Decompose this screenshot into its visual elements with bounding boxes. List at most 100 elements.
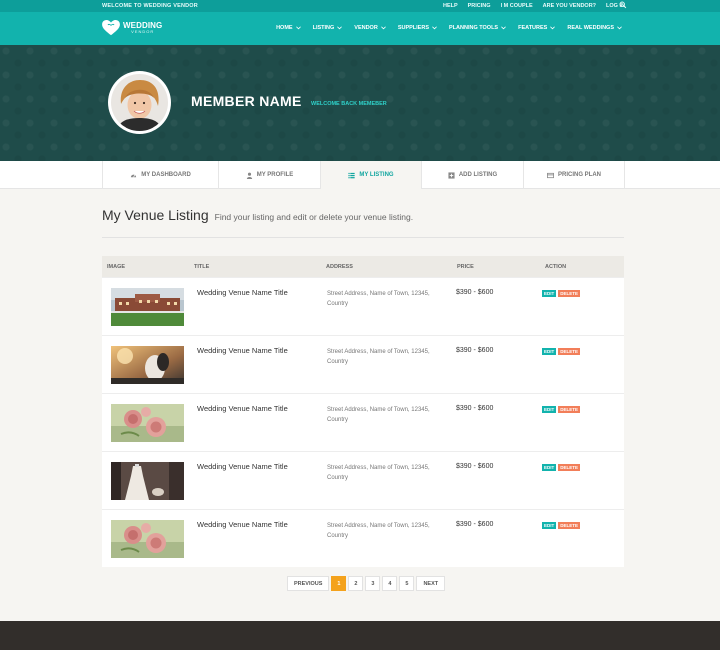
tab-my-listing[interactable]: MY LISTING bbox=[320, 161, 421, 189]
plus-square-icon bbox=[448, 171, 455, 179]
row-actions: EDIT DELETE bbox=[542, 406, 581, 413]
table-row: Wedding Venue Name Title Street Address,… bbox=[102, 509, 624, 567]
chevron-down-icon bbox=[617, 26, 622, 30]
list-icon bbox=[348, 172, 356, 178]
delete-button[interactable]: DELETE bbox=[558, 406, 581, 413]
help-link[interactable]: HELP bbox=[443, 3, 458, 9]
row-actions: EDIT DELETE bbox=[542, 348, 581, 355]
delete-button[interactable]: DELETE bbox=[558, 464, 581, 471]
divider bbox=[102, 237, 624, 238]
chevron-down-icon bbox=[337, 26, 343, 30]
venue-thumbnail[interactable] bbox=[111, 346, 184, 384]
venue-title[interactable]: Wedding Venue Name Title bbox=[197, 404, 288, 413]
couple-link[interactable]: I M COUPLE bbox=[501, 3, 533, 9]
member-portrait-image bbox=[111, 74, 168, 131]
venue-title[interactable]: Wedding Venue Name Title bbox=[197, 288, 288, 297]
venue-address: Street Address, Name of Town, 12345, Cou… bbox=[327, 465, 430, 481]
page-3-button[interactable]: 3 bbox=[365, 576, 381, 591]
main-nav: HOME LISTING VENDOR SUPPLIERS PLANNING T… bbox=[276, 25, 622, 31]
dashboard-icon bbox=[131, 174, 137, 177]
footer bbox=[0, 621, 720, 650]
delete-button[interactable]: DELETE bbox=[558, 290, 581, 297]
venue-title[interactable]: Wedding Venue Name Title bbox=[197, 346, 288, 355]
member-name: MEMBER NAME bbox=[191, 93, 302, 109]
venue-address: Street Address, Name of Town, 12345, Cou… bbox=[327, 291, 430, 307]
search-icon[interactable] bbox=[619, 1, 627, 9]
vendor-link[interactable]: ARE YOU VENDOR? bbox=[543, 3, 596, 9]
heart-logo-icon bbox=[102, 20, 120, 36]
chevron-down-icon bbox=[501, 26, 506, 30]
venue-address: Street Address, Name of Town, 12345, Cou… bbox=[327, 407, 430, 423]
tab-my-dashboard[interactable]: MY DASHBOARD bbox=[102, 161, 218, 189]
column-header-address: ADDRESS bbox=[326, 264, 353, 270]
chevron-down-icon bbox=[432, 26, 437, 30]
row-actions: EDIT DELETE bbox=[542, 522, 581, 529]
row-actions: EDIT DELETE bbox=[542, 290, 581, 297]
page-1-button[interactable]: 1 bbox=[331, 576, 347, 591]
pink-roses-photo bbox=[111, 520, 184, 558]
top-utility-bar: WELCOME TO WEDDING VENDOR HELP PRICING I… bbox=[0, 0, 720, 12]
pink-roses-photo bbox=[111, 404, 184, 442]
table-row: Wedding Venue Name Title Street Address,… bbox=[102, 277, 624, 335]
nav-real-weddings[interactable]: REAL WEDDINGS bbox=[567, 25, 622, 31]
page-header: My Venue Listing Find your listing and e… bbox=[102, 207, 413, 223]
profile-hero: MEMBER NAME WELCOME BACK MEMEBER bbox=[0, 45, 720, 161]
tab-my-profile[interactable]: MY PROFILE bbox=[218, 161, 320, 189]
previous-page-button[interactable]: PREVIOUS bbox=[287, 576, 330, 591]
edit-button[interactable]: EDIT bbox=[542, 348, 557, 355]
chevron-down-icon bbox=[550, 26, 556, 30]
venue-thumbnail[interactable] bbox=[111, 462, 184, 500]
delete-button[interactable]: DELETE bbox=[558, 348, 581, 355]
venue-price: $390 - $600 bbox=[456, 405, 494, 412]
page-4-button[interactable]: 4 bbox=[382, 576, 398, 591]
table-row: Wedding Venue Name Title Street Address,… bbox=[102, 451, 624, 509]
venue-thumbnail[interactable] bbox=[111, 404, 184, 442]
card-icon bbox=[547, 172, 554, 178]
table-row: Wedding Venue Name Title Street Address,… bbox=[102, 335, 624, 393]
venue-listing-table: IMAGE TITLE ADDRESS PRICE ACTION Wedding… bbox=[102, 256, 624, 567]
welcome-back-text: WELCOME BACK MEMEBER bbox=[311, 101, 387, 107]
edit-button[interactable]: EDIT bbox=[542, 290, 557, 297]
venue-building-photo bbox=[111, 288, 184, 326]
brand-tagline: VENDOR bbox=[131, 29, 155, 34]
venue-thumbnail[interactable] bbox=[111, 288, 184, 326]
nav-suppliers[interactable]: SUPPLIERS bbox=[398, 25, 437, 31]
venue-price: $390 - $600 bbox=[456, 521, 494, 528]
tab-add-listing[interactable]: ADD LISTING bbox=[421, 161, 523, 189]
edit-button[interactable]: EDIT bbox=[542, 522, 557, 529]
column-header-title: TITLE bbox=[194, 264, 210, 270]
nav-listing[interactable]: LISTING bbox=[313, 25, 343, 31]
pricing-link[interactable]: PRICING bbox=[468, 3, 491, 9]
column-header-action: ACTION bbox=[545, 264, 567, 270]
delete-button[interactable]: DELETE bbox=[558, 522, 581, 529]
venue-price: $390 - $600 bbox=[456, 347, 494, 354]
couple-sunset-photo bbox=[111, 346, 184, 384]
next-page-button[interactable]: NEXT bbox=[416, 576, 446, 591]
nav-features[interactable]: FEATURES bbox=[518, 25, 556, 31]
utility-links: HELP PRICING I M COUPLE ARE YOU VENDOR? … bbox=[443, 3, 625, 9]
venue-thumbnail[interactable] bbox=[111, 520, 184, 558]
table-row: Wedding Venue Name Title Street Address,… bbox=[102, 393, 624, 451]
venue-title[interactable]: Wedding Venue Name Title bbox=[197, 520, 288, 529]
venue-price: $390 - $600 bbox=[456, 289, 494, 296]
dashboard-tabs: MY DASHBOARD MY PROFILE MY LISTING ADD L… bbox=[0, 161, 720, 189]
nav-home[interactable]: HOME bbox=[276, 25, 301, 31]
row-actions: EDIT DELETE bbox=[542, 464, 581, 471]
page-2-button[interactable]: 2 bbox=[348, 576, 364, 591]
table-header: IMAGE TITLE ADDRESS PRICE ACTION bbox=[102, 256, 624, 277]
pagination: PREVIOUS 1 2 3 4 5 NEXT bbox=[287, 576, 446, 591]
page-5-button[interactable]: 5 bbox=[399, 576, 415, 591]
edit-button[interactable]: EDIT bbox=[542, 464, 557, 471]
page-subtitle: Find your listing and edit or delete you… bbox=[214, 212, 414, 222]
wedding-dress-photo bbox=[111, 462, 184, 500]
venue-title[interactable]: Wedding Venue Name Title bbox=[197, 462, 288, 471]
nav-vendor[interactable]: VENDOR bbox=[354, 25, 386, 31]
venue-price: $390 - $600 bbox=[456, 463, 494, 470]
chevron-down-icon bbox=[380, 26, 386, 30]
chevron-down-icon bbox=[295, 26, 301, 30]
venue-address: Street Address, Name of Town, 12345, Cou… bbox=[327, 523, 430, 539]
tab-pricing-plan[interactable]: PRICING PLAN bbox=[523, 161, 625, 189]
edit-button[interactable]: EDIT bbox=[542, 406, 557, 413]
nav-planning-tools[interactable]: PLANNING TOOLS bbox=[449, 25, 506, 31]
brand-logo[interactable]: WEDDING VENDOR bbox=[102, 20, 162, 36]
